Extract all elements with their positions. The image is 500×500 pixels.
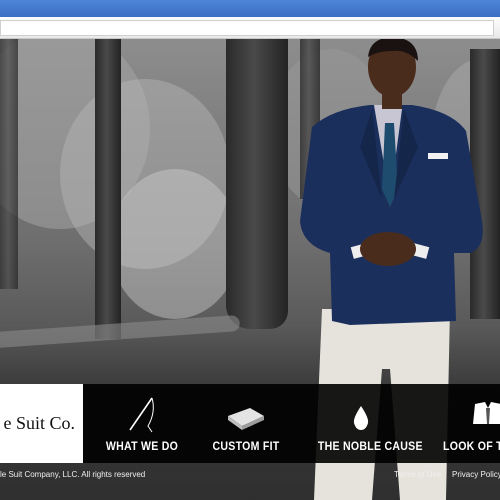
shirt-tie-icon [473,402,500,424]
needle-thread-icon [129,397,154,433]
brand-logo[interactable]: e Suit Co. [0,384,83,463]
drop-icon [353,406,369,430]
nav-label-the-noble-cause: THE NOBLE CAUSE [317,439,423,453]
nav-item-the-noble-cause[interactable]: THE NOBLE CAUSE [312,384,423,463]
nav-item-custom-fit[interactable]: CUSTOM FIT [205,384,287,463]
address-bar[interactable] [0,20,494,36]
main-navigation: e Suit Co. WHAT WE DO CUSTOM FIT THE NOB… [0,384,500,463]
browser-titlebar [0,0,500,17]
logo-text: e Suit Co. [3,413,75,433]
nav-item-what-we-do[interactable]: WHAT WE DO [98,384,186,463]
browser-toolbar [0,17,500,39]
nav-label-custom-fit: CUSTOM FIT [212,439,280,453]
privacy-policy-link[interactable]: Privacy Policy [452,470,500,479]
nav-label-what-we-do: WHAT WE DO [105,439,179,453]
copyright-text: le Suit Company, LLC. All rights reserve… [0,470,146,479]
nav-label-look-of-the: LOOK OF TH [443,439,500,453]
terms-of-use-link[interactable]: Terms of Use [394,470,441,479]
page-footer: le Suit Company, LLC. All rights reserve… [0,463,500,500]
nav-item-look-of-the[interactable]: LOOK OF TH [443,384,500,463]
folded-fabric-icon [228,408,264,430]
